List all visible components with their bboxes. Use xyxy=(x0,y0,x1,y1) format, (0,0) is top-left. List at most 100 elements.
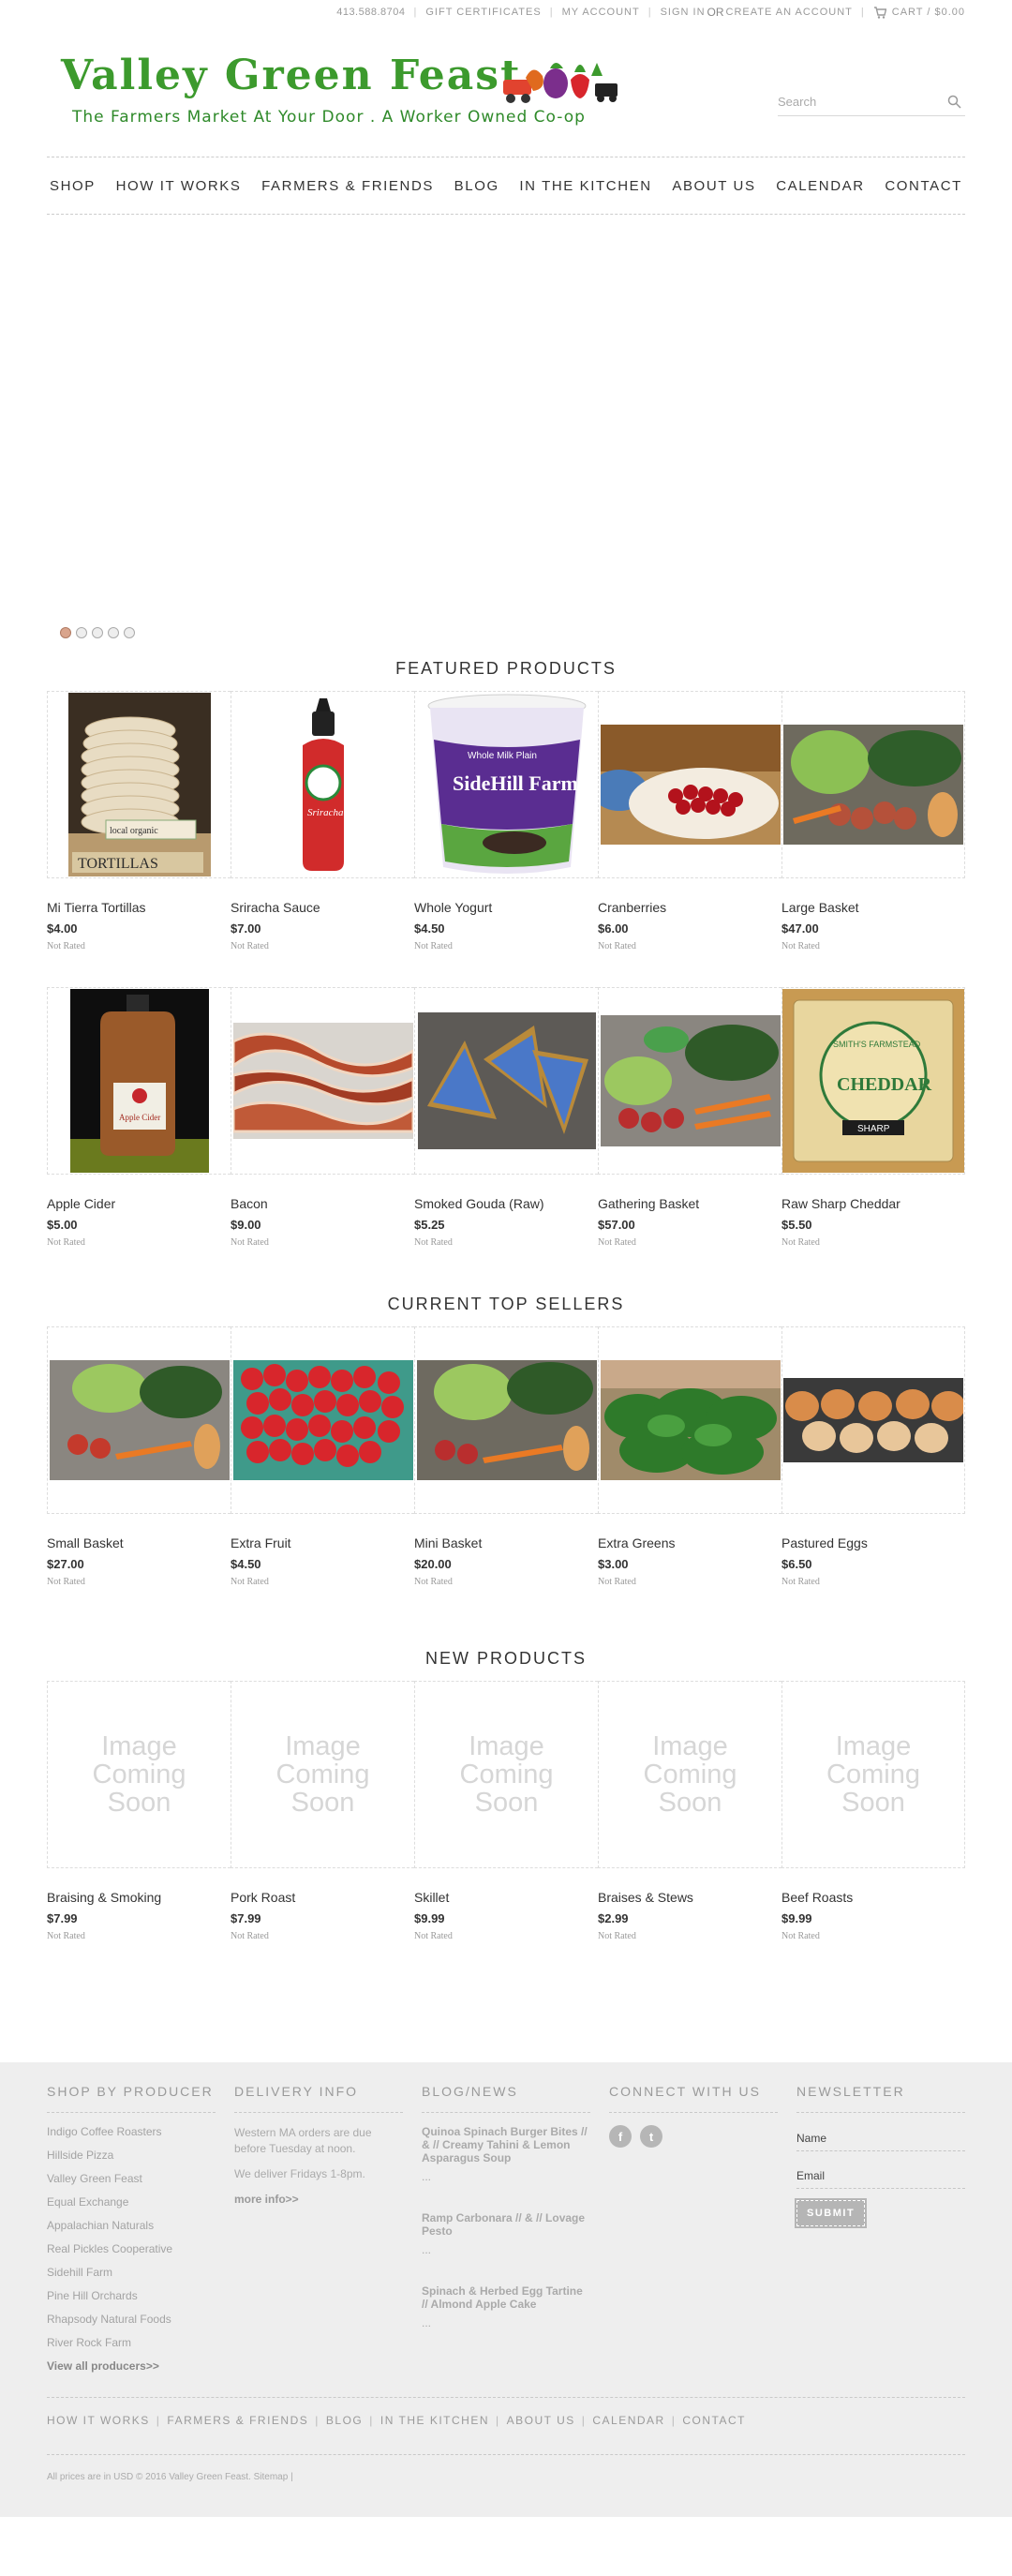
product-card[interactable]: Large Basket $47.00 Not Rated xyxy=(781,691,965,951)
product-name[interactable]: Raw Sharp Cheddar xyxy=(781,1196,965,1213)
more-info-link[interactable]: more info>> xyxy=(234,2192,394,2208)
footer-nav-about-us[interactable]: ABOUT US xyxy=(507,2414,575,2427)
product-name[interactable]: Whole Yogurt xyxy=(414,900,598,917)
search-icon[interactable] xyxy=(947,95,961,113)
product-name[interactable]: Bacon xyxy=(231,1196,414,1213)
slider-dot-3[interactable] xyxy=(92,627,103,638)
blog-post-link[interactable]: Spinach & Herbed Egg Tartine // Almond A… xyxy=(422,2284,590,2311)
product-image[interactable] xyxy=(598,691,781,878)
slider-dot-5[interactable] xyxy=(124,627,135,638)
product-card[interactable]: Pastured Eggs $6.50 Not Rated xyxy=(781,1326,965,1587)
product-image[interactable]: Apple Cider xyxy=(47,987,231,1175)
footer-nav-how-it-works[interactable]: HOW IT WORKS xyxy=(47,2414,150,2427)
newsletter-email-input[interactable] xyxy=(796,2169,960,2182)
product-name[interactable]: Smoked Gouda (Raw) xyxy=(414,1196,598,1213)
footer-nav-farmers-friends[interactable]: FARMERS & FRIENDS xyxy=(167,2414,308,2427)
product-card[interactable]: SMITH'S FARMSTEAD CHEDDAR SHARP Raw Shar… xyxy=(781,987,965,1248)
product-image[interactable] xyxy=(414,1326,598,1514)
product-card[interactable]: Extra Fruit $4.50 Not Rated xyxy=(231,1326,414,1587)
product-card[interactable]: Gathering Basket $57.00 Not Rated xyxy=(598,987,781,1248)
nav-in-the-kitchen[interactable]: IN THE KITCHEN xyxy=(519,178,651,194)
producer-link[interactable]: Real Pickles Cooperative xyxy=(47,2242,234,2255)
product-card[interactable]: local organic TORTILLAS Mi Tierra Tortil… xyxy=(47,691,231,951)
product-name[interactable]: Gathering Basket xyxy=(598,1196,781,1213)
product-name[interactable]: Cranberries xyxy=(598,900,781,917)
product-card[interactable]: Extra Greens $3.00 Not Rated xyxy=(598,1326,781,1587)
product-image[interactable]: SMITH'S FARMSTEAD CHEDDAR SHARP xyxy=(781,987,965,1175)
producer-link[interactable]: Equal Exchange xyxy=(47,2195,234,2209)
nav-contact[interactable]: CONTACT xyxy=(885,178,962,194)
product-name[interactable]: Small Basket xyxy=(47,1535,231,1552)
facebook-icon[interactable]: f xyxy=(609,2125,632,2148)
product-image[interactable] xyxy=(781,691,965,878)
slider-dot-2[interactable] xyxy=(76,627,87,638)
product-name[interactable]: Braising & Smoking xyxy=(47,1890,231,1907)
footer-nav-calendar[interactable]: CALENDAR xyxy=(592,2414,664,2427)
product-card[interactable]: Small Basket $27.00 Not Rated xyxy=(47,1326,231,1587)
product-card[interactable]: Image Coming Soon Braises & Stews $2.99 No… xyxy=(598,1681,781,1941)
product-image[interactable] xyxy=(231,1326,414,1514)
image-coming-soon[interactable]: Image Coming Soon xyxy=(47,1681,231,1868)
product-name[interactable]: Sriracha Sauce xyxy=(231,900,414,917)
product-name[interactable]: Skillet xyxy=(414,1890,598,1907)
product-image[interactable]: Whole Milk Plain SideHill Farm xyxy=(414,691,598,878)
product-name[interactable]: Mi Tierra Tortillas xyxy=(47,900,231,917)
create-account-link[interactable]: CREATE AN ACCOUNT xyxy=(726,7,853,18)
product-name[interactable]: Extra Greens xyxy=(598,1535,781,1552)
product-image[interactable] xyxy=(231,987,414,1175)
product-card[interactable]: Mini Basket $20.00 Not Rated xyxy=(414,1326,598,1587)
gift-certificates-link[interactable]: GIFT CERTIFICATES xyxy=(425,7,541,18)
producer-link[interactable]: Pine Hill Orchards xyxy=(47,2289,234,2302)
nav-calendar[interactable]: CALENDAR xyxy=(776,178,865,194)
product-card[interactable]: Bacon $9.00 Not Rated xyxy=(231,987,414,1248)
product-image[interactable] xyxy=(598,987,781,1175)
product-name[interactable]: Large Basket xyxy=(781,900,965,917)
producer-link[interactable]: River Rock Farm xyxy=(47,2336,234,2349)
footer-nav-contact[interactable]: CONTACT xyxy=(682,2414,746,2427)
product-name[interactable]: Pork Roast xyxy=(231,1890,414,1907)
product-image[interactable] xyxy=(598,1326,781,1514)
product-name[interactable]: Mini Basket xyxy=(414,1535,598,1552)
product-image[interactable] xyxy=(47,1326,231,1514)
image-coming-soon[interactable]: Image Coming Soon xyxy=(781,1681,965,1868)
product-card[interactable]: Image Coming Soon Braising & Smoking $7.99… xyxy=(47,1681,231,1941)
my-account-link[interactable]: MY ACCOUNT xyxy=(562,7,640,18)
product-card[interactable]: Image Coming Soon Skillet $9.99 Not Rated xyxy=(414,1681,598,1941)
product-card[interactable]: Sriracha Sriracha Sauce $7.00 Not Rated xyxy=(231,691,414,951)
product-image[interactable] xyxy=(781,1326,965,1514)
footer-nav-in-the-kitchen[interactable]: IN THE KITCHEN xyxy=(380,2414,489,2427)
product-card[interactable]: Cranberries $6.00 Not Rated xyxy=(598,691,781,951)
cart-icon[interactable] xyxy=(873,6,887,19)
product-image[interactable]: Sriracha xyxy=(231,691,414,878)
product-name[interactable]: Braises & Stews xyxy=(598,1890,781,1907)
newsletter-name-input[interactable] xyxy=(796,2132,960,2145)
slider-dot-1[interactable] xyxy=(60,627,71,638)
product-image[interactable] xyxy=(414,987,598,1175)
nav-farmers-friends[interactable]: FARMERS & FRIENDS xyxy=(261,178,434,194)
product-card[interactable]: Smoked Gouda (Raw) $5.25 Not Rated xyxy=(414,987,598,1248)
product-name[interactable]: Pastured Eggs xyxy=(781,1535,965,1552)
blog-post-link[interactable]: Quinoa Spinach Burger Bites // & // Crea… xyxy=(422,2125,590,2164)
product-name[interactable]: Extra Fruit xyxy=(231,1535,414,1552)
sign-in-link[interactable]: SIGN IN xyxy=(661,7,706,18)
producer-link[interactable]: Rhapsody Natural Foods xyxy=(47,2313,234,2326)
product-name[interactable]: Beef Roasts xyxy=(781,1890,965,1907)
search-input[interactable] xyxy=(778,88,937,114)
image-coming-soon[interactable]: Image Coming Soon xyxy=(231,1681,414,1868)
view-all-producers-link[interactable]: View all producers>> xyxy=(47,2359,234,2373)
nav-shop[interactable]: SHOP xyxy=(50,178,96,194)
newsletter-submit-button[interactable]: SUBMIT xyxy=(794,2198,868,2228)
producer-link[interactable]: Sidehill Farm xyxy=(47,2266,234,2279)
product-image[interactable]: local organic TORTILLAS xyxy=(47,691,231,878)
twitter-icon[interactable]: t xyxy=(640,2125,662,2148)
product-card[interactable]: Whole Milk Plain SideHill Farm Whole Yog… xyxy=(414,691,598,951)
nav-blog[interactable]: BLOG xyxy=(454,178,499,194)
nav-how-it-works[interactable]: HOW IT WORKS xyxy=(116,178,242,194)
producer-link[interactable]: Hillside Pizza xyxy=(47,2149,234,2162)
product-card[interactable]: Apple Cider Apple Cider $5.00 Not Rated xyxy=(47,987,231,1248)
footer-nav-blog[interactable]: BLOG xyxy=(326,2414,363,2427)
slider-dot-4[interactable] xyxy=(108,627,119,638)
product-card[interactable]: Image Coming Soon Pork Roast $7.99 Not Rat… xyxy=(231,1681,414,1941)
nav-about-us[interactable]: ABOUT US xyxy=(672,178,755,194)
producer-link[interactable]: Indigo Coffee Roasters xyxy=(47,2125,234,2138)
